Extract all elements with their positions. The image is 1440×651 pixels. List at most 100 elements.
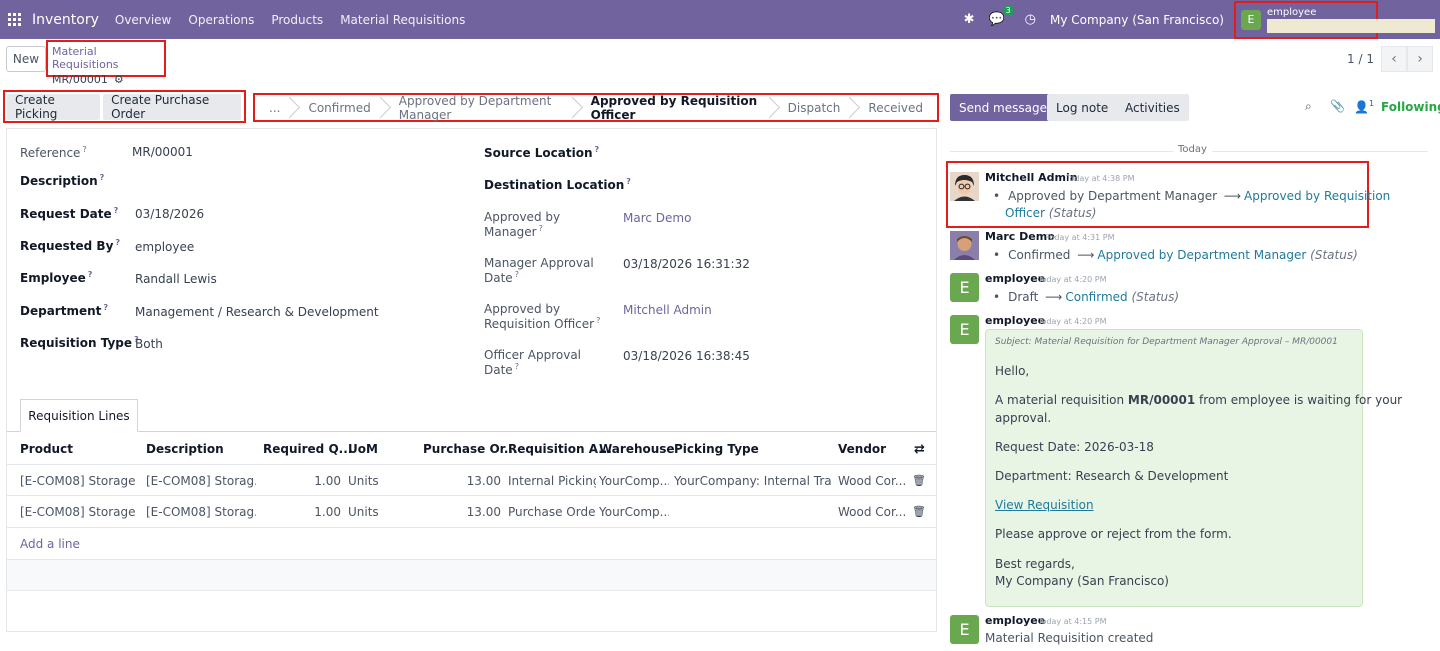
stage-approved-by-requisition-officer[interactable]: Approved by Requisition Officer [577,94,774,122]
menu-operations[interactable]: Operations [188,13,254,27]
row2-required-qty[interactable]: 1.00 [263,505,341,519]
stage-dispatch[interactable]: Dispatch [774,95,855,120]
column-required-qty[interactable]: Required Q... [263,442,352,456]
department-field[interactable]: Management / Research & Development [135,305,379,319]
column-description[interactable]: Description [146,442,224,456]
clock-icon[interactable]: ◷ [1025,12,1036,27]
create-picking-button[interactable]: Create Picking [7,93,101,121]
record-name: MR/00001 [52,73,108,86]
row2-delete-icon[interactable]: 🗑 [912,505,926,518]
row2-warehouse[interactable]: YourComp... [599,505,669,519]
row2-vendor[interactable]: Wood Cor... [838,505,908,519]
row2-product[interactable]: [E-COM08] Storage ... [20,505,138,519]
row1-delete-icon[interactable]: 🗑 [912,474,926,487]
requisition-type-label: Requisition Type? [20,335,139,350]
row2-description[interactable]: [E-COM08] Storag... [146,505,256,519]
manager-approval-date-label: Manager Approval Date? [484,256,594,285]
menu-material-requisitions[interactable]: Material Requisitions [340,13,465,27]
stage-more[interactable]: ... [255,95,294,120]
row1-picking-type[interactable]: YourCompany: Internal Tra... [674,474,832,488]
message-author[interactable]: employee [985,314,1045,327]
following-button[interactable]: Following [1381,100,1440,114]
pager-next-icon[interactable]: › [1407,46,1433,72]
breadcrumb-parent[interactable]: Material Requisitions [52,45,160,71]
row1-requisition-action[interactable]: Internal Picking [508,474,596,488]
apps-menu-icon[interactable] [8,12,22,27]
log-note-button[interactable]: Log note [1047,94,1118,121]
pager-previous-icon[interactable]: ‹ [1381,46,1407,72]
officer-approval-date-field: 03/18/2026 16:38:45 [623,349,750,363]
search-icon[interactable]: ⌕ [1305,99,1312,114]
add-line-link[interactable]: Add a line [20,537,80,551]
tab-requisition-lines[interactable]: Requisition Lines [20,399,138,432]
column-picking-type[interactable]: Picking Type [674,442,759,456]
marc-demo-avatar[interactable] [950,231,979,260]
message-author[interactable]: employee [985,614,1045,627]
message-author[interactable]: employee [985,272,1045,285]
row-divider [7,527,936,528]
message-time: Today at 4:20 PM [1038,317,1107,326]
stage-received[interactable]: Received [854,95,937,120]
view-requisition-link[interactable]: View Requisition [995,498,1094,512]
row2-purchase-order[interactable]: 13.00 [423,505,501,519]
pager-value[interactable]: 1 / 1 [1347,52,1374,66]
row1-purchase-order[interactable]: 13.00 [423,474,501,488]
email-department: Department: Research & Development [995,469,1229,483]
column-uom[interactable]: UoM [348,442,378,456]
column-requisition-action[interactable]: Requisition A... [508,442,612,456]
approved-by-manager-field[interactable]: Marc Demo [623,211,691,225]
new-button[interactable]: New [6,46,46,72]
message-author[interactable]: Marc Demo [985,230,1055,243]
message-time: Today at 4:38 PM [1066,174,1135,183]
employee-label: Employee? [20,270,93,285]
requested-by-label: Requested By? [20,238,121,253]
description-label: Description? [20,173,105,188]
bug-icon[interactable]: ✱ [964,12,975,27]
create-purchase-order-button[interactable]: Create Purchase Order [103,93,241,121]
app-name[interactable]: Inventory [32,12,99,28]
column-settings-icon[interactable]: ⇄ [914,442,925,457]
employee-avatar[interactable]: E [950,615,979,644]
stage-confirmed[interactable]: Confirmed [294,95,384,120]
column-purchase-order[interactable]: Purchase Or... [423,442,518,456]
row1-product[interactable]: [E-COM08] Storage ... [20,474,138,488]
row2-requisition-action[interactable]: Purchase Order [508,505,596,519]
row1-vendor[interactable]: Wood Cor... [838,474,908,488]
reference-label: Reference? [20,145,87,160]
column-warehouse[interactable]: Warehouse [599,442,675,456]
menu-products[interactable]: Products [271,13,323,27]
message-body: Material Requisition created [985,631,1154,645]
row2-uom[interactable]: Units [348,505,408,519]
requisition-type-field[interactable]: Both [135,337,163,351]
message-time: Today at 4:20 PM [1038,275,1107,284]
message-author[interactable]: Mitchell Admin [985,171,1078,184]
send-message-button[interactable]: Send message [950,94,1056,121]
employee-avatar[interactable]: E [950,315,979,344]
tracking-line: • Approved by Department Manager ⟶ Approve… [993,189,1391,203]
column-vendor[interactable]: Vendor [838,442,886,456]
column-product[interactable]: Product [20,442,73,456]
tracking-line: • Draft ⟶ Confirmed (Status) [993,290,1180,304]
email-line: approval. [995,411,1052,425]
requested-by-field[interactable]: employee [135,240,194,254]
reference-value: MR/00001 [132,145,193,159]
gear-icon[interactable]: ⚙ [114,73,124,86]
request-date-field[interactable]: 03/18/2026 [135,207,204,221]
user-menu[interactable]: E employee [1234,0,1435,39]
row1-required-qty[interactable]: 1.00 [263,474,341,488]
messages-icon[interactable]: 💬 3 [988,5,1014,27]
menu-overview[interactable]: Overview [115,13,172,27]
stage-approved-by-department-manager[interactable]: Approved by Department Manager [385,94,577,122]
mitchell-admin-avatar[interactable] [950,172,979,201]
department-label: Department? [20,303,109,318]
row1-warehouse[interactable]: YourComp... [599,474,669,488]
approved-by-officer-field[interactable]: Mitchell Admin [623,303,712,317]
activities-button[interactable]: Activities [1116,94,1189,121]
followers-icon[interactable]: 👤1 [1354,99,1374,114]
company-switcher[interactable]: My Company (San Francisco) [1050,13,1224,27]
employee-avatar[interactable]: E [950,273,979,302]
employee-field[interactable]: Randall Lewis [135,272,217,286]
row1-description[interactable]: [E-COM08] Storag... [146,474,256,488]
attachment-icon[interactable]: 📎 [1330,99,1345,113]
row1-uom[interactable]: Units [348,474,408,488]
